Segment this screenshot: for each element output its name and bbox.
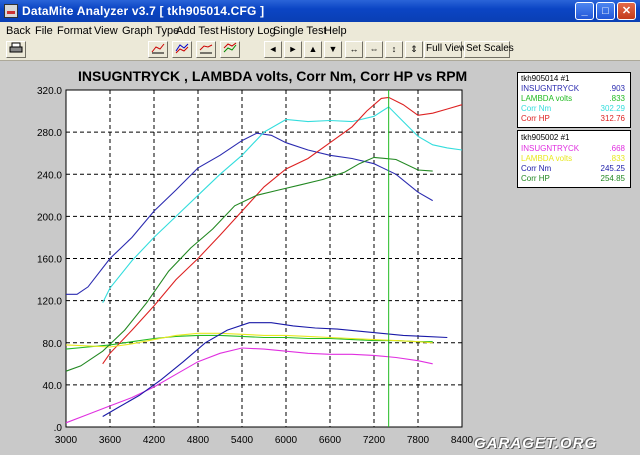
legend-series-value: .668 xyxy=(609,144,625,153)
legend-series-value: 302.29 xyxy=(600,104,625,113)
legend-row: Corr HP 254.85 xyxy=(521,174,625,184)
legend-row: Corr Nm 302.29 xyxy=(521,104,625,114)
x-tick-label: 3000 xyxy=(55,435,78,446)
y-tick-label: 160.0 xyxy=(37,255,62,266)
legend-series-value: .833 xyxy=(609,154,625,163)
legend-row: LAMBDA volts .833 xyxy=(521,94,625,104)
legend-series-name: Corr Nm xyxy=(521,104,552,113)
legend-series-value: 254.85 xyxy=(600,174,625,183)
legend-series-name: Corr HP xyxy=(521,114,550,123)
x-tick-label: 4200 xyxy=(143,435,166,446)
legend-series-value: .903 xyxy=(609,84,625,93)
x-tick-label: 7200 xyxy=(363,435,386,446)
legend-test-2: tkh905002 #1 INSUGNTRYCK .668 LAMBDA volt… xyxy=(517,130,631,188)
x-tick-label: 6600 xyxy=(319,435,342,446)
legend-row: Corr Nm 245.25 xyxy=(521,164,625,174)
legend-row: INSUGNTRYCK .903 xyxy=(521,84,625,94)
x-tick-label: 6000 xyxy=(275,435,298,446)
legend-series-name: INSUGNTRYCK xyxy=(521,84,580,93)
legend-row: LAMBDA volts .833 xyxy=(521,154,625,164)
y-tick-label: 320.0 xyxy=(37,86,62,97)
legend-series-name: LAMBDA volts xyxy=(521,154,573,163)
legend-header: tkh905014 #1 xyxy=(521,74,570,83)
legend-series-name: LAMBDA volts xyxy=(521,94,573,103)
y-tick-label: .0 xyxy=(54,423,63,434)
legend-series-name: Corr Nm xyxy=(521,164,552,173)
legend-test-1: tkh905014 #1 INSUGNTRYCK .903 LAMBDA volt… xyxy=(517,72,631,128)
y-tick-label: 240.0 xyxy=(37,170,62,181)
y-tick-label: 80.0 xyxy=(43,339,63,350)
legend-series-name: INSUGNTRYCK xyxy=(521,144,580,153)
y-tick-label: 280.0 xyxy=(37,128,62,139)
legend-series-value: 245.25 xyxy=(600,164,625,173)
watermark: GARAGET.ORG xyxy=(474,435,598,452)
legend-series-value: .833 xyxy=(609,94,625,103)
legend-series-value: 312.76 xyxy=(600,114,625,123)
x-tick-label: 5400 xyxy=(231,435,254,446)
y-tick-label: 40.0 xyxy=(43,381,63,392)
legend-row: INSUGNTRYCK .668 xyxy=(521,144,625,154)
x-tick-label: 4800 xyxy=(187,435,210,446)
x-tick-label: 7800 xyxy=(407,435,430,446)
dyno-chart[interactable]: 3000 3600 4200 4800 5400 6000 6600 7200 7800 8400… xyxy=(0,0,640,455)
y-tick-label: 200.0 xyxy=(37,212,62,223)
legend-header: tkh905002 #1 xyxy=(521,133,570,142)
x-tick-label: 3600 xyxy=(99,435,122,446)
y-tick-label: 120.0 xyxy=(37,297,62,308)
x-tick-label: 8400 xyxy=(451,435,474,446)
legend-series-name: Corr HP xyxy=(521,174,550,183)
legend-row: Corr HP 312.76 xyxy=(521,114,625,124)
